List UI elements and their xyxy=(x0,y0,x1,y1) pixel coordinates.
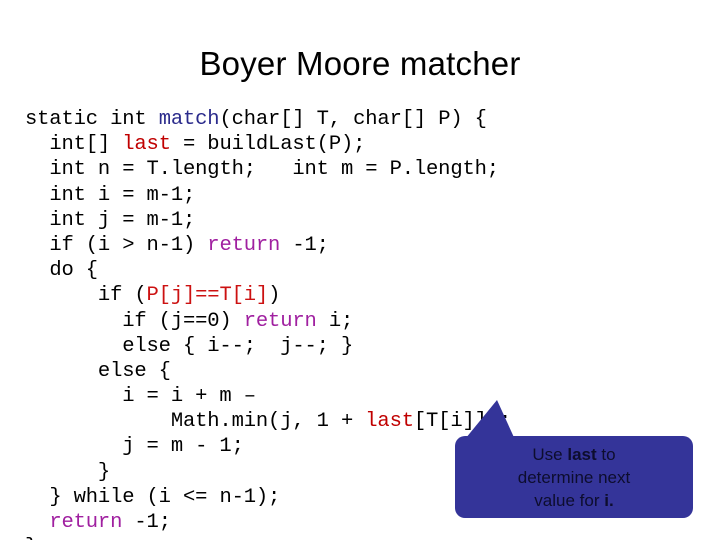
code-line: } xyxy=(25,460,511,485)
code-token: -1; xyxy=(122,511,171,534)
code-line: if (P[j]==T[i]) xyxy=(25,283,511,308)
code-line: return -1; xyxy=(25,510,511,535)
code-token: } xyxy=(25,536,37,540)
code-token: -1; xyxy=(280,233,329,257)
code-token: int n = T.length; int m = P.length; xyxy=(49,158,499,182)
code-token: static int xyxy=(25,108,159,131)
code-token: last xyxy=(122,133,171,157)
code-line: do { xyxy=(25,258,511,283)
code-token: int[] xyxy=(49,133,123,157)
code-line: Math.min(j, 1 + last[T[i]]); xyxy=(25,409,511,434)
code-token: return xyxy=(243,309,317,333)
callout-line: value for i. xyxy=(534,489,613,512)
code-line: else { i--; j--; } xyxy=(25,334,511,359)
code-token: i; xyxy=(316,309,354,333)
slide-canvas: Boyer Moore matcher static int match(cha… xyxy=(0,0,720,540)
code-token: return xyxy=(49,511,123,534)
code-token: Math.min(j, 1 + xyxy=(170,410,366,434)
page-title: Boyer Moore matcher xyxy=(199,45,521,82)
code-token: else { i--; j--; } xyxy=(122,334,354,358)
code-token: int j = m-1; xyxy=(49,208,196,232)
code-line: int[] last = buildLast(P); xyxy=(25,132,511,157)
code-line: else { xyxy=(25,359,511,384)
code-block: static int match(char[] T, char[] P) { i… xyxy=(25,107,511,540)
code-token: } while (i <= n-1); xyxy=(49,485,281,509)
code-token: = buildLast(P); xyxy=(170,133,366,157)
code-token: int i = m-1; xyxy=(49,183,196,207)
code-token: j = m - 1; xyxy=(122,435,244,459)
code-line: int j = m-1; xyxy=(25,208,511,233)
code-token: if (i > n-1) xyxy=(49,233,208,257)
code-line: int n = T.length; int m = P.length; xyxy=(25,157,511,182)
code-token: if ( xyxy=(97,284,147,308)
callout-span: Use xyxy=(532,444,568,464)
code-line: i = i + m – xyxy=(25,384,511,409)
callout-span: value for xyxy=(534,490,605,510)
code-token: do { xyxy=(49,259,98,283)
code-line: j = m - 1; xyxy=(25,434,511,459)
code-line: if (j==0) return i; xyxy=(25,309,511,334)
callout-text: Use last to determine next value for i. xyxy=(455,436,693,518)
code-token: match xyxy=(158,108,220,131)
code-token: last xyxy=(365,410,414,434)
callout-span: determine next xyxy=(517,467,631,487)
code-token: if (j==0) xyxy=(122,309,244,333)
code-line: } xyxy=(25,535,511,540)
code-token: else { xyxy=(97,359,171,383)
code-token: P[j]==T[i] xyxy=(146,284,269,308)
code-token: } xyxy=(97,460,111,484)
callout-line: determine next xyxy=(518,466,630,489)
code-token: return xyxy=(207,233,281,257)
callout-emphasis: last xyxy=(567,444,597,464)
code-line: if (i > n-1) return -1; xyxy=(25,233,511,258)
callout-span: to xyxy=(596,444,616,464)
code-line: int i = m-1; xyxy=(25,183,511,208)
code-line: } while (i <= n-1); xyxy=(25,485,511,510)
callout-emphasis: i. xyxy=(604,490,614,510)
code-token: i = i + m – xyxy=(122,385,256,409)
code-token: (char[] T, char[] P) { xyxy=(219,108,487,131)
code-line: static int match(char[] T, char[] P) { xyxy=(25,107,511,132)
callout-line: Use last to xyxy=(532,443,615,466)
callout-balloon: Use last to determine next value for i. xyxy=(455,400,693,518)
code-token: ) xyxy=(268,284,281,308)
